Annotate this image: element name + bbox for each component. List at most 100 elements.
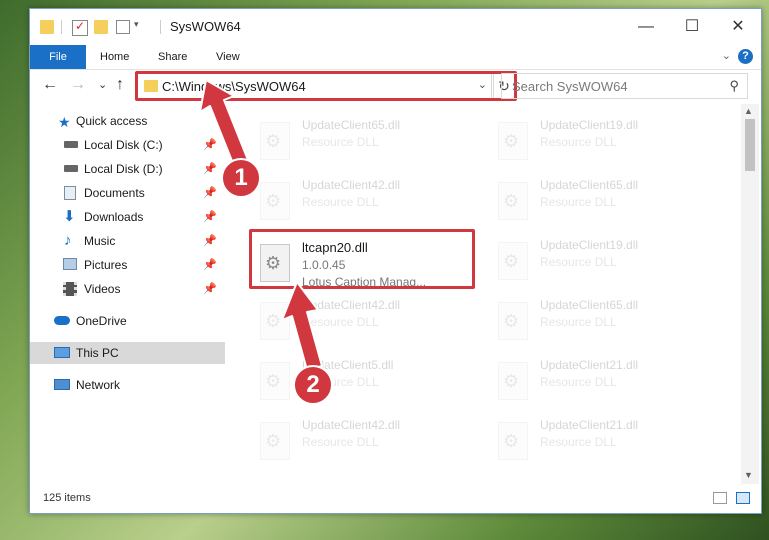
close-button[interactable]: ✕ xyxy=(715,9,761,45)
scroll-up-icon[interactable]: ▲ xyxy=(744,106,753,116)
recent-locations-button[interactable]: ⌄ xyxy=(98,78,107,91)
pin-icon[interactable]: 📌 xyxy=(203,206,217,228)
scroll-down-icon[interactable]: ▼ xyxy=(744,470,753,480)
cloud-icon xyxy=(54,316,70,325)
folder-icon[interactable] xyxy=(40,20,54,34)
file-explorer-window: ▾ SysWOW64 — ☐ ✕ File Home Share View ⌄ … xyxy=(29,8,762,514)
file-type: Resource DLL xyxy=(540,435,617,449)
search-input[interactable]: Search SysWOW64 xyxy=(512,79,628,94)
file-item[interactable]: UpdateClient21.dll Resource DLL xyxy=(490,418,720,470)
file-type: Resource DLL xyxy=(302,195,379,209)
dll-file-icon xyxy=(498,122,528,160)
file-list: UpdateClient65.dll Resource DLL UpdateCl… xyxy=(226,104,742,484)
chevron-down-icon[interactable]: ▾ xyxy=(134,19,139,30)
file-name: UpdateClient42.dll xyxy=(302,418,401,432)
documents-icon xyxy=(64,186,76,200)
file-name: UpdateClient19.dll xyxy=(540,238,639,252)
file-item[interactable]: UpdateClient42.dll Resource DLL xyxy=(252,418,482,470)
file-name: UpdateClient65.dll xyxy=(540,298,639,312)
download-icon: ⬇ xyxy=(63,208,76,225)
expand-ribbon-icon[interactable]: ⌄ xyxy=(722,49,731,62)
file-type: Resource DLL xyxy=(540,135,617,149)
sidebar-item-quick-access[interactable]: ★ Quick access xyxy=(30,110,225,132)
sidebar-item-downloads[interactable]: ⬇ Downloads 📌 xyxy=(30,206,225,228)
tab-view[interactable]: View xyxy=(216,45,240,69)
sidebar-item-label: This PC xyxy=(76,346,119,360)
dll-file-icon xyxy=(498,422,528,460)
file-type: Resource DLL xyxy=(302,435,379,449)
drive-icon xyxy=(64,141,78,148)
file-name: UpdateClient65.dll xyxy=(540,178,639,192)
file-item[interactable]: UpdateClient19.dll Resource DLL xyxy=(490,238,720,290)
file-type: Resource DLL xyxy=(540,195,617,209)
sidebar-item-pictures[interactable]: Pictures 📌 xyxy=(30,254,225,276)
pin-icon[interactable]: 📌 xyxy=(203,230,217,252)
sidebar-item-this-pc[interactable]: This PC xyxy=(30,342,225,364)
navigation-bar: ← → ⌄ ↑ C:\Windows\SysWOW64 ⌄ ↻ Search S… xyxy=(30,70,761,102)
pin-icon[interactable]: 📌 xyxy=(203,182,217,204)
file-name: UpdateClient65.dll xyxy=(302,118,401,132)
back-button[interactable]: ← xyxy=(42,76,58,94)
sidebar-item-onedrive[interactable]: OneDrive xyxy=(30,310,225,332)
pin-icon[interactable]: 📌 xyxy=(203,158,217,180)
sidebar-item-documents[interactable]: Documents 📌 xyxy=(30,182,225,204)
customize-toolbar-icon[interactable] xyxy=(116,20,130,34)
file-type: Resource DLL xyxy=(540,255,617,269)
sidebar-item-label: Local Disk (D:) xyxy=(84,162,163,176)
sidebar-item-label: Downloads xyxy=(84,210,144,224)
file-item[interactable]: UpdateClient42.dll Resource DLL xyxy=(252,178,482,230)
dll-file-icon xyxy=(498,302,528,340)
scrollbar-thumb[interactable] xyxy=(745,119,755,171)
music-icon: ♪ xyxy=(64,232,72,249)
sidebar-item-label: Network xyxy=(76,378,121,392)
file-item[interactable]: UpdateClient42.dll Resource DLL xyxy=(252,298,482,350)
tab-home[interactable]: Home xyxy=(100,45,129,69)
file-item[interactable]: UpdateClient5.dll Resource DLL xyxy=(252,358,482,410)
sidebar-item-music[interactable]: ♪ Music 📌 xyxy=(30,230,225,252)
dll-file-icon xyxy=(260,422,290,460)
file-item[interactable]: UpdateClient65.dll Resource DLL xyxy=(252,118,482,170)
details-view-icon[interactable] xyxy=(713,492,727,504)
title-bar: ▾ SysWOW64 — ☐ ✕ xyxy=(30,9,761,45)
file-type: Resource DLL xyxy=(302,315,379,329)
sidebar-item-videos[interactable]: Videos 📌 xyxy=(30,278,225,300)
dll-file-icon xyxy=(260,362,290,400)
sidebar-item-local-disk-d[interactable]: Local Disk (D:) 📌 xyxy=(30,158,225,180)
search-box[interactable]: Search SysWOW64 ⚲ xyxy=(501,73,748,99)
pin-icon[interactable]: 📌 xyxy=(203,254,217,276)
dll-file-icon xyxy=(260,122,290,160)
sidebar-item-local-disk-c[interactable]: Local Disk (C:) 📌 xyxy=(30,134,225,156)
pin-icon[interactable]: 📌 xyxy=(203,134,217,156)
tab-share[interactable]: Share xyxy=(158,45,187,69)
up-button[interactable]: ↑ xyxy=(116,76,124,94)
help-icon[interactable]: ? xyxy=(738,49,753,64)
file-type: Resource DLL xyxy=(540,315,617,329)
sidebar-item-label: Documents xyxy=(84,186,145,200)
maximize-button[interactable]: ☐ xyxy=(669,9,715,45)
search-icon[interactable]: ⚲ xyxy=(729,78,739,94)
new-folder-icon[interactable] xyxy=(94,20,108,34)
properties-icon[interactable] xyxy=(72,19,88,36)
tab-file[interactable]: File xyxy=(30,45,86,69)
file-name: UpdateClient42.dll xyxy=(302,298,401,312)
sidebar-item-label: Videos xyxy=(84,282,121,296)
item-count: 125 items xyxy=(43,492,91,504)
step-1-badge: 1 xyxy=(221,158,261,198)
status-bar: 125 items xyxy=(30,487,761,511)
sidebar-item-label: Pictures xyxy=(84,258,128,272)
window-title: SysWOW64 xyxy=(170,19,241,34)
minimize-button[interactable]: — xyxy=(623,9,669,45)
file-item[interactable]: UpdateClient19.dll Resource DLL xyxy=(490,118,720,170)
large-icons-view-icon[interactable] xyxy=(736,492,750,504)
pin-icon[interactable]: 📌 xyxy=(203,278,217,300)
dll-file-icon xyxy=(260,302,290,340)
computer-icon xyxy=(54,347,70,358)
sidebar-item-network[interactable]: Network xyxy=(30,374,225,396)
divider xyxy=(160,20,161,34)
vertical-scrollbar[interactable]: ▲ ▼ xyxy=(741,104,759,484)
file-item[interactable]: UpdateClient65.dll Resource DLL xyxy=(490,298,720,350)
forward-button[interactable]: → xyxy=(70,76,86,94)
sidebar-item-label: Local Disk (C:) xyxy=(84,138,163,152)
file-item[interactable]: UpdateClient21.dll Resource DLL xyxy=(490,358,720,410)
file-item[interactable]: UpdateClient65.dll Resource DLL xyxy=(490,178,720,230)
